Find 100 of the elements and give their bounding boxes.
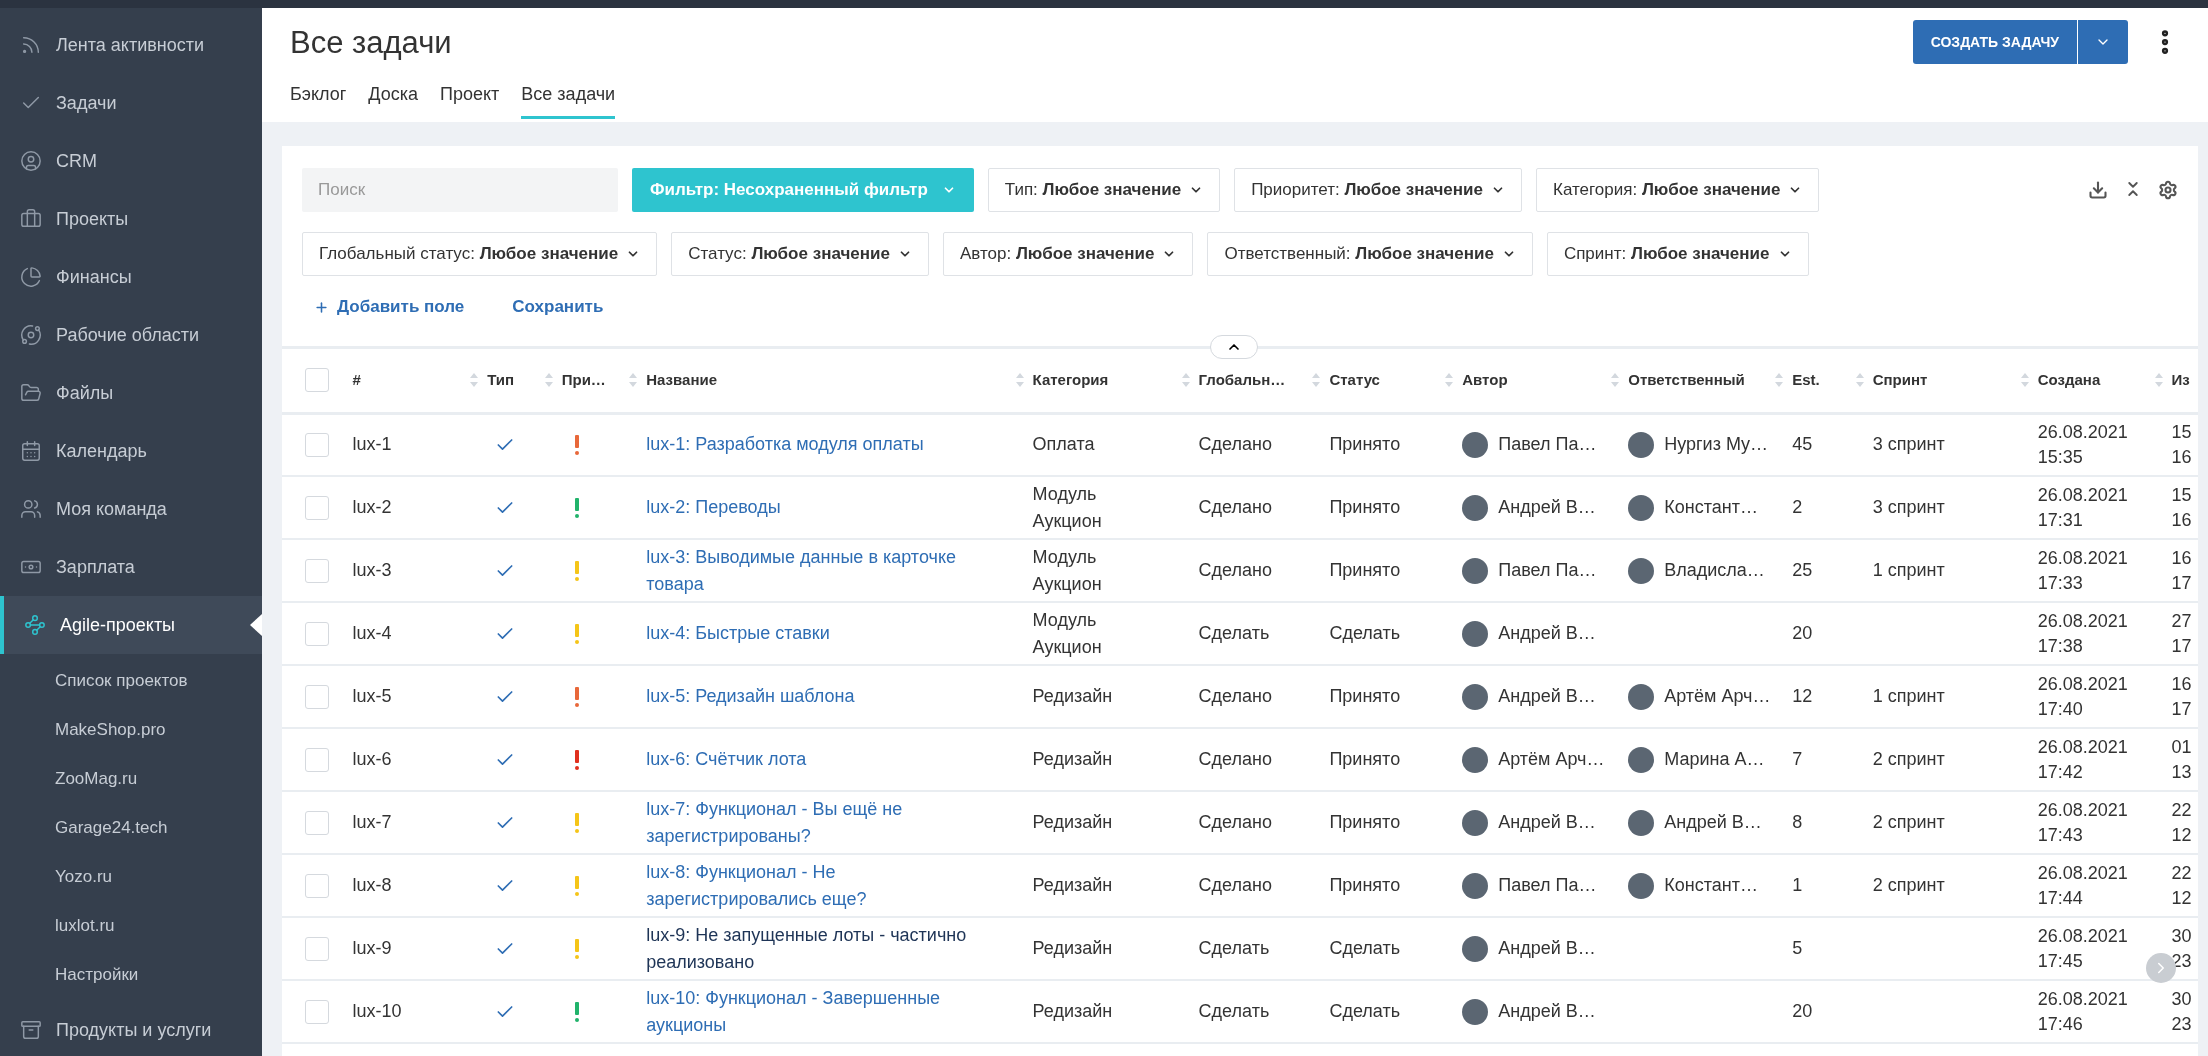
tab[interactable]: Проект [440,80,500,119]
filter-dropdown[interactable]: Спринт: Любое значение [1546,232,1809,276]
tab[interactable]: Доска [368,80,419,119]
row-checkbox[interactable] [305,810,329,835]
column-header[interactable]: Тип [487,369,515,392]
task-link[interactable]: lux-10: Функционал - Завершенные аукционы [646,984,1003,1039]
row-checkbox[interactable] [305,936,329,961]
sort-icon[interactable] [1774,372,1785,389]
sidebar-item[interactable]: Лента активности [0,16,262,74]
create-task-button[interactable]: СОЗДАТЬ ЗАДАЧУ [1912,20,2077,64]
sidebar-item[interactable]: Календарь [0,422,262,480]
column-header[interactable]: Создана [2037,369,2101,392]
sidebar-item[interactable]: Моя команда [0,480,262,538]
row-checkbox[interactable] [305,747,329,772]
table-cell-text: Павел Па… [1498,433,1597,457]
dropdown-button[interactable] [2078,20,2128,64]
filter-dropdown[interactable]: Глобальный статус: Любое значение [302,232,658,276]
add-field-link[interactable]: Добавить поле [314,294,465,320]
task-link[interactable]: lux-9: Не запущенные лоты - частично реализовано [646,921,1003,976]
submenu-item[interactable]: Yozo.ru [0,852,262,901]
download-icon[interactable] [2088,180,2108,200]
task-link[interactable]: lux-4: Быстрые ставки [646,620,1003,647]
table-cell-text: 30 [2171,987,2193,1011]
sidebar-item[interactable]: Финансы [0,248,262,306]
table-cell: Принято [1329,560,1401,580]
row-checkbox[interactable] [305,495,329,520]
sidebar-item[interactable]: Зарплата [0,538,262,596]
table-cell-text: Павел Па… [1498,874,1597,897]
briefcase-icon [20,208,42,230]
sidebar-item[interactable]: Проекты [0,190,262,248]
search-field[interactable]: Поиск [302,168,618,212]
sort-icon[interactable] [1180,372,1191,389]
sidebar-item[interactable]: Agile-проекты [0,596,262,654]
task-link[interactable]: lux-2: Переводы [646,494,1003,521]
column-header[interactable]: Спринт [1872,369,1928,392]
row-checkbox[interactable] [305,684,329,709]
task-link[interactable]: lux-7: Функционал - Вы ещё не зарегистрированы? [646,795,1003,850]
filter-dropdown[interactable]: Категория: Любое значение [1536,168,1820,212]
sort-icon[interactable] [1311,372,1322,389]
column-header[interactable]: Из [2171,369,2190,392]
column-header[interactable]: Категория [1032,369,1109,392]
folder-icon [20,382,42,404]
sort-icon[interactable] [1854,372,1865,389]
settings-icon[interactable] [2158,180,2178,200]
sort-icon[interactable] [2153,372,2164,389]
filter-dropdown[interactable]: Тип: Любое значение [987,168,1221,212]
submenu-item[interactable]: Настройки [0,950,262,999]
column-header[interactable]: При… [561,369,606,392]
column-header[interactable]: Ответственный [1628,369,1745,392]
row-checkbox[interactable] [305,558,329,583]
row-checkbox[interactable] [305,621,329,646]
task-link[interactable]: lux-6: Счётчик лота [646,746,1003,773]
avatar [1628,431,1655,458]
sort-icon[interactable] [469,372,480,389]
table-cell: 2 спринт [1872,875,1945,895]
submenu-item[interactable]: Garage24.tech [0,803,262,852]
table-cell-text: 26.08.2021 [2037,672,2128,696]
column-header[interactable]: Автор [1462,369,1508,392]
column-header[interactable]: Название [646,369,718,392]
tab[interactable]: Все задачи [521,80,616,119]
filter-dropdown[interactable]: Ответственный: Любое значение [1207,232,1533,276]
submenu-item[interactable]: luxlot.ru [0,901,262,950]
task-link[interactable]: lux-3: Выводимые данные в карточке товара [646,543,1003,598]
collapse-filters-button[interactable] [1210,335,1258,359]
sort-icon[interactable] [1610,372,1621,389]
row-checkbox[interactable] [305,999,329,1024]
row-checkbox[interactable] [305,873,329,898]
sidebar-item[interactable]: CRM [0,132,262,190]
table-cell-text: 17:40 [2037,697,2083,721]
sidebar-item[interactable]: Рабочие области [0,306,262,364]
submenu-item[interactable]: ZooMag.ru [0,754,262,803]
save-link[interactable]: Сохранить [512,294,604,320]
table-cell: Сделать [1198,1001,1270,1021]
sort-icon[interactable] [1444,372,1455,389]
column-header[interactable]: # [352,369,361,392]
column-header[interactable]: Глобальн… [1198,369,1286,392]
submenu-item[interactable]: MakeShop.pro [0,705,262,754]
table-cell-text: 12 [2171,823,2193,847]
column-header[interactable]: Est. [1792,369,1820,392]
filter-dropdown[interactable]: Автор: Любое значение [942,232,1194,276]
sort-icon[interactable] [1014,372,1025,389]
tab[interactable]: Бэклог [290,80,347,119]
select-all-checkbox[interactable] [305,368,329,393]
filter-dropdown[interactable]: Статус: Любое значение [671,232,929,276]
filter-dropdown[interactable]: Приоритет: Любое значение [1234,168,1522,212]
sidebar-item[interactable]: Задачи [0,74,262,132]
task-link[interactable]: lux-1: Разработка модуля оплаты [646,431,1003,459]
sort-icon[interactable] [628,372,639,389]
sort-icon[interactable] [543,372,554,389]
submenu-item[interactable]: Список проектов [0,656,262,705]
sidebar-item[interactable]: Файлы [0,364,262,422]
sort-icon[interactable] [2019,372,2030,389]
table-cell-text: 16 [2171,508,2193,532]
pie-chart-icon [20,266,42,288]
row-checkbox[interactable] [305,432,329,457]
table-cell: lux-6 [352,749,392,769]
sidebar-item[interactable]: Продукты и услуги [0,1001,262,1056]
task-link[interactable]: lux-8: Функционал - Не зарегистрировались еще? [646,858,1003,913]
task-link[interactable]: lux-5: Редизайн шаблона [646,683,1003,710]
column-header[interactable]: Статус [1329,369,1380,392]
